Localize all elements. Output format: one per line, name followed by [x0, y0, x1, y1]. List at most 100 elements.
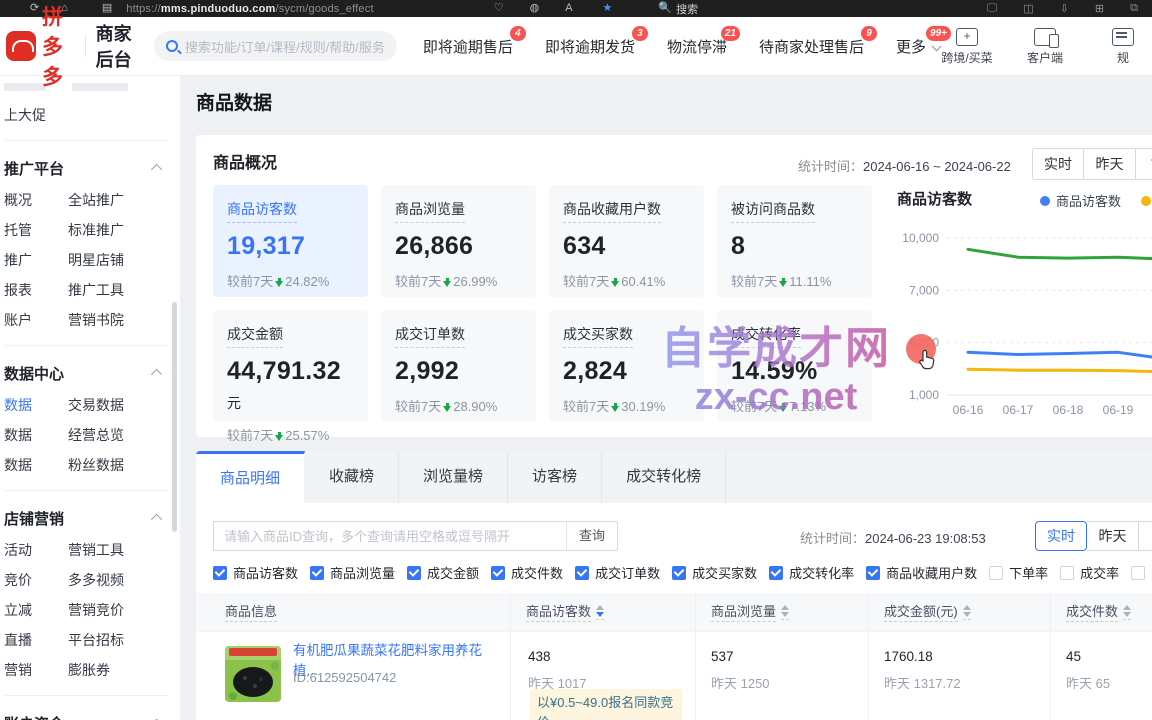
split-screen-icon[interactable]: ◫ [1023, 2, 1033, 15]
sidebar-item[interactable]: 交易数据 [68, 395, 180, 415]
sidebar-scrollbar[interactable] [172, 302, 177, 532]
nav-overdue-shipping[interactable]: 即将逾期发货3 [545, 36, 635, 57]
tab-goods-detail[interactable]: 商品明细 [196, 451, 305, 503]
sidebar-item[interactable]: 直播 [4, 630, 68, 650]
range-yesterday-button[interactable]: 昨天 [1084, 148, 1136, 180]
sidebar-item-active[interactable]: 数据 [4, 395, 68, 415]
metric-order-rate[interactable]: 下单率 [989, 563, 1048, 582]
nav-overdue-aftersale[interactable]: 即将逾期售后4 [423, 36, 513, 57]
col-pageviews[interactable]: 商品浏览量 [711, 593, 789, 631]
range-realtime-button[interactable]: 实时 [1035, 521, 1087, 551]
metric-fav-users[interactable]: 商品收藏用户数 [866, 563, 977, 582]
range-yesterday-button[interactable]: 昨天 [1087, 521, 1139, 551]
metric-gmv[interactable]: 成交金额 [407, 563, 479, 582]
col-gmv[interactable]: 成交金额(元) [884, 593, 971, 631]
col-visitors[interactable]: 商品访客数 [526, 593, 604, 631]
sidebar-item[interactable]: 平台招标 [68, 630, 180, 650]
goods-id-input[interactable] [214, 529, 566, 544]
stat-tile-visitors[interactable]: 商品访客数 19,317 较前7天24.82% [213, 185, 368, 297]
stat-tile-orders[interactable]: 成交订单数 2,992 较前7天28.90% [381, 310, 536, 422]
tab-favorites-rank[interactable]: 收藏榜 [305, 451, 399, 503]
promo-bid-link[interactable]: 以¥0.5~49.0报名同款竞价 [530, 689, 682, 720]
range-7day-button[interactable]: 7天 [1139, 521, 1152, 551]
sidebar-item[interactable]: 营销竞价 [68, 600, 180, 620]
sidebar-item[interactable]: 报表 [4, 280, 68, 300]
stat-tile-pageviews[interactable]: 商品浏览量 26,866 较前7天26.99% [381, 185, 536, 297]
metric-visitors[interactable]: 商品访客数 [213, 563, 298, 582]
metric-traffic-loss[interactable]: 流量损 [1131, 563, 1152, 582]
sidebar-item[interactable]: 数据 [4, 425, 68, 445]
pinduoduo-logo-icon[interactable] [6, 31, 36, 61]
reload-icon[interactable]: ⟳ [30, 0, 39, 17]
quick-link-client[interactable]: 客户端 [1016, 28, 1074, 64]
sidebar-item[interactable]: 多多视频 [68, 570, 180, 590]
sidebar-item[interactable]: 营销书院 [68, 310, 180, 330]
stat-tile-visited-goods[interactable]: 被访问商品数 8 较前7天11.11% [717, 185, 872, 297]
chart-legend[interactable]: 商品访客数 [1040, 191, 1151, 210]
metric-units[interactable]: 成交件数 [491, 563, 563, 582]
profile-avatar[interactable]: A [565, 0, 572, 17]
sidebar-item[interactable]: 粉丝数据 [68, 455, 180, 475]
sidebar-item[interactable]: 推广 [4, 250, 68, 270]
download-icon[interactable]: ⇩ [1060, 2, 1069, 15]
pinduoduo-logo-text[interactable]: 拼多多 [42, 1, 75, 91]
tab-views-rank[interactable]: 浏览量榜 [399, 451, 508, 503]
sort-icon[interactable] [781, 605, 789, 620]
sidebar-item[interactable]: 活动 [4, 540, 68, 560]
stat-tile-conversion[interactable]: 成交转化率 14.59% 较前7天7.13% [717, 310, 872, 422]
sidebar-item[interactable]: 托管 [4, 220, 68, 240]
address-bar[interactable]: https://mms.pinduoduo.com/sycm/goods_eff… [126, 3, 373, 15]
browser-search-icon[interactable]: 🔍 [658, 0, 672, 17]
stat-tile-favorites[interactable]: 商品收藏用户数 634 较前7天60.41% [549, 185, 704, 297]
sidebar-item[interactable]: 经营总览 [68, 425, 180, 445]
col-units[interactable]: 成交件数 [1066, 593, 1131, 631]
sidebar-item[interactable]: 数据 [4, 455, 68, 475]
metric-pageviews[interactable]: 商品浏览量 [310, 563, 395, 582]
header-search-input[interactable]: 搜索功能/订单/课程/规则/帮助/服务 [154, 31, 397, 61]
stat-tile-gmv[interactable]: 成交金额 44,791.32元 较前7天25.57% [213, 310, 368, 422]
sort-icon[interactable] [963, 605, 971, 620]
metric-deal-rate[interactable]: 成交率 [1060, 563, 1119, 582]
tab-visitors-rank[interactable]: 访客榜 [508, 451, 602, 503]
range-realtime-button[interactable]: 实时 [1032, 148, 1084, 180]
page-security-icon[interactable]: ▤ [102, 0, 112, 17]
query-button[interactable]: 查询 [566, 522, 617, 550]
sidebar-item[interactable]: 明星店铺 [68, 250, 180, 270]
sidebar-item[interactable]: 标准推广 [68, 220, 180, 240]
range-7day-button[interactable]: 7天 [1136, 148, 1152, 180]
sidebar-item[interactable]: 竞价 [4, 570, 68, 590]
sidebar-item-dapromo[interactable]: 上大促 [4, 100, 180, 130]
bookmark-star-icon[interactable]: ★ [603, 0, 613, 17]
extension-icon[interactable]: ◍ [530, 0, 540, 17]
metric-conversion[interactable]: 成交转化率 [769, 563, 854, 582]
sidebar-section-marketing[interactable]: 店铺营销 [4, 501, 180, 535]
sidebar-item[interactable]: 营销 [4, 660, 68, 680]
tab-conversion-rank[interactable]: 成交转化榜 [602, 451, 726, 503]
sidebar-item[interactable]: 账户 [4, 310, 68, 330]
sidebar-item[interactable]: 膨胀券 [68, 660, 180, 680]
device-link-icon[interactable]: 🖵 [987, 2, 998, 15]
sidebar-item[interactable]: 概况 [4, 190, 68, 210]
apps-grid-icon[interactable]: ⊞ [1095, 2, 1104, 15]
sidebar-item[interactable]: 营销工具 [68, 540, 180, 560]
sidebar-item[interactable]: 全站推广 [68, 190, 180, 210]
collections-icon[interactable]: ⧉ [1130, 2, 1138, 15]
sidebar-item[interactable]: 推广工具 [68, 280, 180, 300]
favorite-heart-icon[interactable]: ♡ [494, 0, 504, 17]
col-goods-info: 商品信息 [225, 593, 277, 631]
product-image[interactable] [225, 646, 281, 702]
sort-icon[interactable] [1123, 605, 1131, 620]
stat-tile-buyers[interactable]: 成交买家数 2,824 较前7天30.19% [549, 310, 704, 422]
sidebar-item[interactable]: 立减 [4, 600, 68, 620]
metric-buyers[interactable]: 成交买家数 [672, 563, 757, 582]
sidebar-section-promotion[interactable]: 推广平台 [4, 151, 180, 185]
sort-icon[interactable] [596, 605, 604, 620]
nav-logistics-stalled[interactable]: 物流停滞21 [667, 36, 727, 57]
nav-pending-aftersale[interactable]: 待商家处理售后9 [759, 36, 864, 57]
metric-orders[interactable]: 成交订单数 [575, 563, 660, 582]
sidebar-section-funds[interactable]: 账户资金 [4, 706, 180, 720]
quick-link-rules[interactable]: 规 [1094, 28, 1152, 64]
sidebar-section-datacenter[interactable]: 数据中心 [4, 356, 180, 390]
nav-more[interactable]: 更多99+ [896, 36, 938, 57]
browser-search-label[interactable]: 搜索 [676, 1, 698, 17]
